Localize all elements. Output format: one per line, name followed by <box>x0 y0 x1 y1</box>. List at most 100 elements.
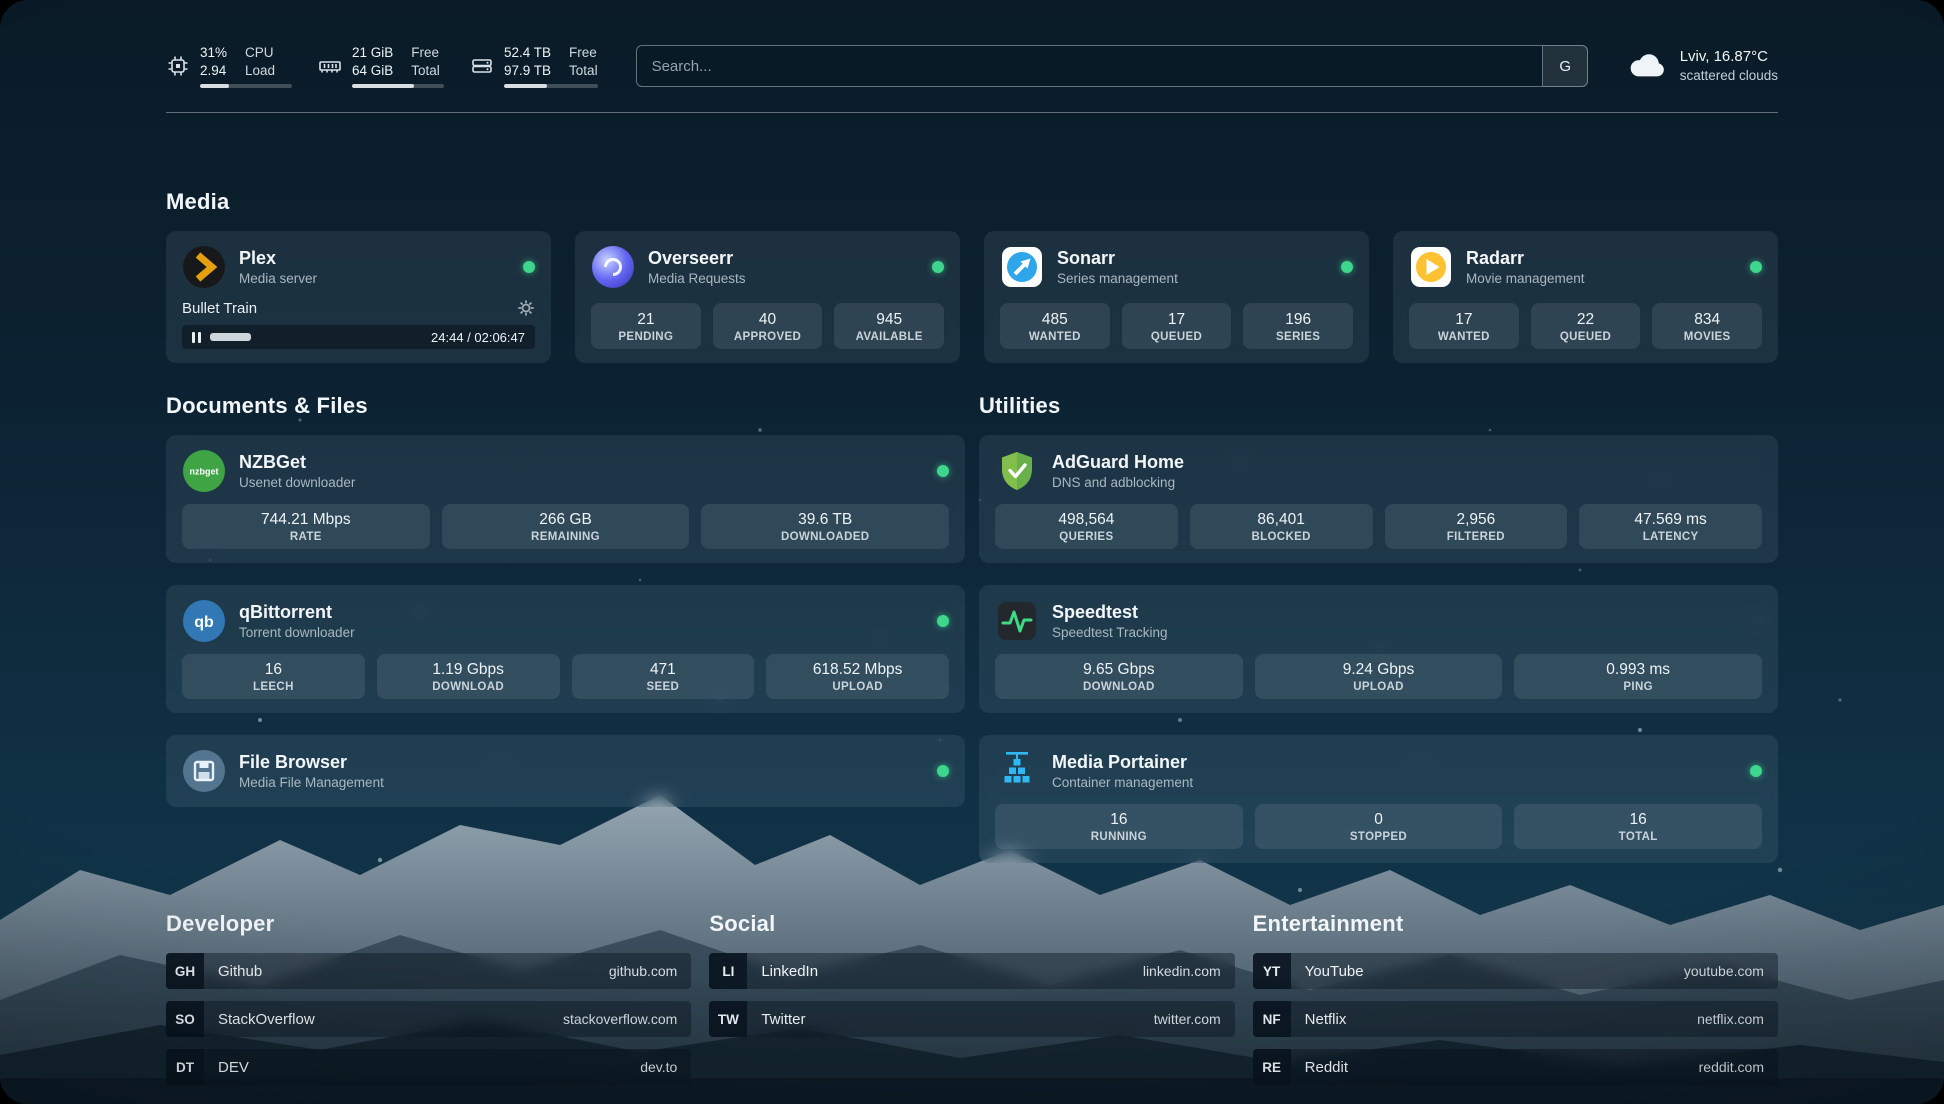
disk-free-label: Free <box>569 44 598 62</box>
stat-label: DOWNLOADED <box>781 531 869 543</box>
stat-value: 16 <box>1110 811 1127 829</box>
stat-label: WANTED <box>1029 331 1081 343</box>
bookmark-reddit[interactable]: RE Reddit reddit.com <box>1253 1049 1778 1085</box>
bookmark-abbr: DT <box>166 1049 204 1085</box>
app-name: Overseerr <box>648 248 746 269</box>
stat-tile: 86,401 BLOCKED <box>1190 504 1373 549</box>
stat-tile: 9.65 Gbps DOWNLOAD <box>995 654 1243 699</box>
bookmark-abbr: NF <box>1253 1001 1291 1037</box>
app-subtitle: Usenet downloader <box>239 475 355 490</box>
social-section-title: Social <box>709 911 1234 937</box>
stat-value: 40 <box>759 311 776 329</box>
stat-label: APPROVED <box>734 331 801 343</box>
stat-tile: 0.993 ms PING <box>1514 654 1762 699</box>
stat-label: SERIES <box>1276 331 1320 343</box>
stat-value: 0.993 ms <box>1606 661 1670 679</box>
bookmark-abbr: YT <box>1253 953 1291 989</box>
stat-tile: 618.52 Mbps UPLOAD <box>766 654 949 699</box>
search-input[interactable] <box>636 45 1588 87</box>
status-dot <box>523 261 535 273</box>
bookmark-youtube[interactable]: YT YouTube youtube.com <box>1253 953 1778 989</box>
pause-icon[interactable] <box>192 332 201 343</box>
app-name: Sonarr <box>1057 248 1178 269</box>
nzbget-card[interactable]: nzbget NZBGet Usenet downloader 74 <box>166 435 965 563</box>
stat-label: PENDING <box>618 331 673 343</box>
stat-tile: 21 PENDING <box>591 303 701 349</box>
stat-tile: 485 WANTED <box>1000 303 1110 349</box>
stat-label: AVAILABLE <box>856 331 923 343</box>
stat-label: BLOCKED <box>1251 531 1310 543</box>
stat-tile: 1.19 Gbps DOWNLOAD <box>377 654 560 699</box>
stat-tile: 196 SERIES <box>1243 303 1353 349</box>
status-dot <box>937 615 949 627</box>
bookmark-stackoverflow[interactable]: SO StackOverflow stackoverflow.com <box>166 1001 691 1037</box>
app-name: Radarr <box>1466 248 1585 269</box>
stat-tile: 2,956 FILTERED <box>1385 504 1568 549</box>
cpu-usage-value: 31% <box>200 44 227 62</box>
portainer-card[interactable]: Media Portainer Container management 16 … <box>979 735 1778 863</box>
seek-bar[interactable] <box>210 333 422 341</box>
qbittorrent-card[interactable]: qb qBittorrent Torrent downloader <box>166 585 965 713</box>
gear-icon[interactable] <box>517 299 535 317</box>
stat-value: 16 <box>265 661 282 679</box>
stat-value: 0 <box>1374 811 1383 829</box>
speedtest-card[interactable]: Speedtest Speedtest Tracking 9.65 Gbps D… <box>979 585 1778 713</box>
search-engine-label: G <box>1559 58 1571 75</box>
bookmark-url: stackoverflow.com <box>563 1011 677 1027</box>
developer-section-title: Developer <box>166 911 691 937</box>
stat-tile: 17 QUEUED <box>1122 303 1232 349</box>
cpu-load-value: 2.94 <box>200 62 227 80</box>
stat-label: PING <box>1623 681 1653 693</box>
bookmark-dev[interactable]: DT DEV dev.to <box>166 1049 691 1085</box>
plex-icon <box>182 245 226 289</box>
stat-label: UPLOAD <box>1353 681 1404 693</box>
status-dot <box>1750 261 1762 273</box>
stat-label: DOWNLOAD <box>1083 681 1155 693</box>
stat-value: 39.6 TB <box>798 511 852 529</box>
stat-label: REMAINING <box>531 531 600 543</box>
filebrowser-card[interactable]: File Browser Media File Management <box>166 735 965 807</box>
stat-label: FILTERED <box>1447 531 1505 543</box>
bookmark-name: Reddit <box>1305 1059 1348 1076</box>
stat-label: QUERIES <box>1059 531 1113 543</box>
stat-value: 618.52 Mbps <box>813 661 903 679</box>
playback-bar: 24:44 / 02:06:47 <box>182 325 535 349</box>
bookmark-netflix[interactable]: NF Netflix netflix.com <box>1253 1001 1778 1037</box>
stat-value: 86,401 <box>1257 511 1304 529</box>
bookmark-url: github.com <box>609 963 677 979</box>
overseerr-icon <box>591 245 635 289</box>
stat-value: 47.569 ms <box>1634 511 1706 529</box>
radarr-card[interactable]: Radarr Movie management 17 WANTED 22 QUE… <box>1393 231 1778 363</box>
stat-value: 471 <box>650 661 676 679</box>
sonarr-card[interactable]: Sonarr Series management 485 WANTED 17 Q… <box>984 231 1369 363</box>
disk-total-label: Total <box>569 62 598 80</box>
svg-text:qb: qb <box>194 614 214 631</box>
bookmark-twitter[interactable]: TW Twitter twitter.com <box>709 1001 1234 1037</box>
stat-value: 9.24 Gbps <box>1343 661 1415 679</box>
bookmark-url: dev.to <box>640 1059 677 1075</box>
search-engine-button[interactable]: G <box>1542 45 1588 87</box>
overseerr-card[interactable]: Overseerr Media Requests 21 PENDING 40 A… <box>575 231 960 363</box>
bookmark-group-entertainment: Entertainment YT YouTube youtube.com NF … <box>1253 911 1778 1085</box>
stat-tile: 16 TOTAL <box>1514 804 1762 849</box>
stat-tile: 16 LEECH <box>182 654 365 699</box>
stat-tile: 266 GB REMAINING <box>442 504 690 549</box>
stat-tile: 39.6 TB DOWNLOADED <box>701 504 949 549</box>
ram-total-label: Total <box>411 62 440 80</box>
app-subtitle: Media Requests <box>648 271 746 286</box>
bookmark-url: netflix.com <box>1697 1011 1764 1027</box>
stat-value: 17 <box>1455 311 1472 329</box>
app-name: qBittorrent <box>239 602 355 623</box>
stat-value: 945 <box>876 311 902 329</box>
stat-tile: 945 AVAILABLE <box>834 303 944 349</box>
status-dot <box>937 465 949 477</box>
adguard-card[interactable]: AdGuard Home DNS and adblocking 498,564 … <box>979 435 1778 563</box>
weather-location: Lviv, 16.87°C <box>1680 47 1778 67</box>
stat-tile: 744.21 Mbps RATE <box>182 504 430 549</box>
bookmark-linkedin[interactable]: LI LinkedIn linkedin.com <box>709 953 1234 989</box>
cpu-label: CPU <box>245 44 275 62</box>
stat-tile: 498,564 QUERIES <box>995 504 1178 549</box>
svg-text:nzbget: nzbget <box>190 467 219 477</box>
plex-card[interactable]: Plex Media server Bullet Train <box>166 231 551 363</box>
bookmark-github[interactable]: GH Github github.com <box>166 953 691 989</box>
